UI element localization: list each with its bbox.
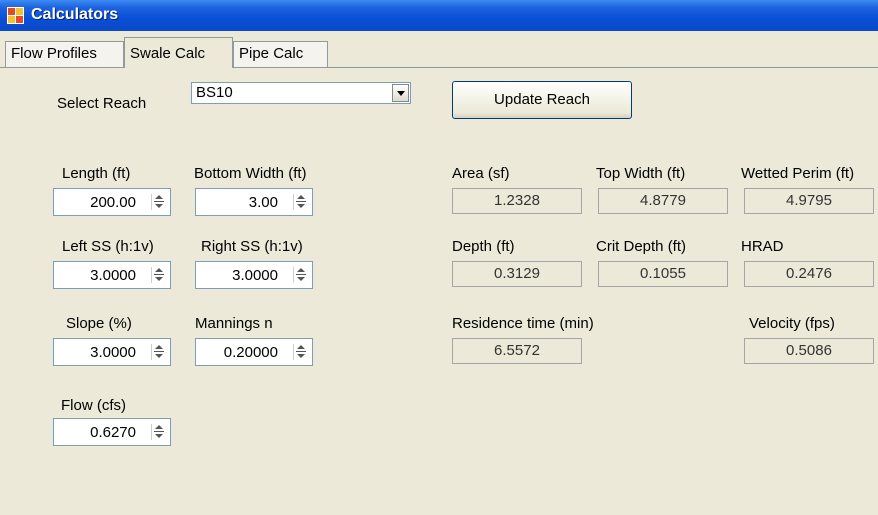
crit-depth-label: Crit Depth (ft) xyxy=(596,238,687,255)
window-title: Calculators xyxy=(31,6,119,23)
right-ss-label: Right SS (h:1v) xyxy=(201,238,303,255)
depth-output: 0.3129 xyxy=(452,261,582,287)
tab-pipe-calc[interactable]: Pipe Calc xyxy=(233,41,328,67)
crit-depth-output: 0.1055 xyxy=(598,261,728,287)
top-width-output: 4.8779 xyxy=(598,188,728,214)
tab-flow-profiles[interactable]: Flow Profiles xyxy=(5,41,124,67)
bottom-width-stepper[interactable]: 3.00 xyxy=(195,188,313,216)
title-bar[interactable]: Calculators xyxy=(0,0,878,31)
spin-arrows-icon[interactable] xyxy=(293,344,308,360)
tab-swale-calc[interactable]: Swale Calc xyxy=(124,37,233,68)
update-reach-button[interactable]: Update Reach xyxy=(452,81,632,119)
length-stepper[interactable]: 200.00 xyxy=(53,188,171,216)
residence-time-output: 6.5572 xyxy=(452,338,582,364)
length-label: Length (ft) xyxy=(62,165,131,182)
select-reach-label: Select Reach xyxy=(57,95,147,112)
flow-value: 0.6270 xyxy=(90,424,136,441)
slope-label: Slope (%) xyxy=(66,315,132,332)
length-value: 200.00 xyxy=(90,194,136,211)
chevron-down-icon[interactable] xyxy=(392,84,409,102)
slope-stepper[interactable]: 3.0000 xyxy=(53,338,171,366)
spin-arrows-icon[interactable] xyxy=(151,194,166,210)
mannings-stepper[interactable]: 0.20000 xyxy=(195,338,313,366)
residence-time-label: Residence time (min) xyxy=(452,315,594,332)
reach-dropdown-value: BS10 xyxy=(196,84,233,101)
mannings-value: 0.20000 xyxy=(223,344,278,361)
tab-strip: Flow Profiles Swale Calc Pipe Calc xyxy=(0,31,878,73)
spin-arrows-icon[interactable] xyxy=(293,267,308,283)
depth-label: Depth (ft) xyxy=(452,238,515,255)
app-icon xyxy=(7,7,24,24)
spin-arrows-icon[interactable] xyxy=(151,424,166,440)
hrad-label: HRAD xyxy=(741,238,784,255)
velocity-output: 0.5086 xyxy=(744,338,874,364)
left-ss-value: 3.0000 xyxy=(90,267,136,284)
wetted-perim-output: 4.9795 xyxy=(744,188,874,214)
area-output: 1.2328 xyxy=(452,188,582,214)
bottom-width-value: 3.00 xyxy=(248,194,278,211)
bottom-width-label: Bottom Width (ft) xyxy=(194,165,307,182)
left-ss-stepper[interactable]: 3.0000 xyxy=(53,261,171,289)
flow-stepper[interactable]: 0.6270 xyxy=(53,418,171,446)
right-ss-stepper[interactable]: 3.0000 xyxy=(195,261,313,289)
spin-arrows-icon[interactable] xyxy=(151,344,166,360)
reach-dropdown[interactable]: BS10 xyxy=(191,82,411,104)
right-ss-value: 3.0000 xyxy=(232,267,278,284)
flow-label: Flow (cfs) xyxy=(61,397,126,414)
spin-arrows-icon[interactable] xyxy=(151,267,166,283)
wetted-perim-label: Wetted Perim (ft) xyxy=(741,165,855,182)
hrad-output: 0.2476 xyxy=(744,261,874,287)
spin-arrows-icon[interactable] xyxy=(293,194,308,210)
area-label: Area (sf) xyxy=(452,165,510,182)
slope-value: 3.0000 xyxy=(90,344,136,361)
velocity-label: Velocity (fps) xyxy=(749,315,835,332)
mannings-label: Mannings n xyxy=(195,315,273,332)
top-width-label: Top Width (ft) xyxy=(596,165,686,182)
left-ss-label: Left SS (h:1v) xyxy=(62,238,154,255)
